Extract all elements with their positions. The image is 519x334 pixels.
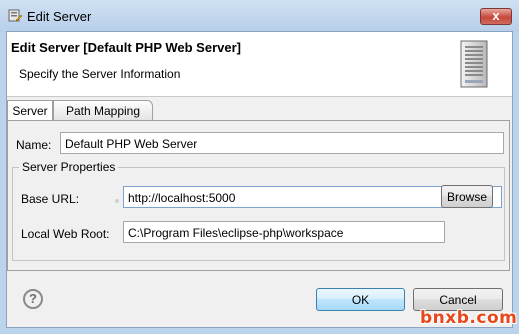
name-field[interactable]: Default PHP Web Server <box>60 132 504 154</box>
dialog-body: Edit Server [Default PHP Web Server] Spe… <box>6 31 513 328</box>
field-decoration-icon <box>115 199 119 203</box>
browse-button[interactable]: Browse <box>441 185 493 208</box>
base-url-label: Base URL: <box>21 192 80 206</box>
ok-button[interactable]: OK <box>316 288 405 311</box>
web-root-field[interactable]: C:\Program Files\eclipse-php\workspace <box>123 221 445 243</box>
tab-path-mapping[interactable]: Path Mapping <box>53 100 153 120</box>
dialog-header: Edit Server [Default PHP Web Server] Spe… <box>7 32 512 97</box>
server-icon <box>460 40 488 88</box>
server-edit-icon <box>8 9 22 22</box>
watermark-text: bnxb.com <box>420 308 518 328</box>
window-title: Edit Server <box>27 9 92 24</box>
title-bar[interactable]: Edit Server x <box>0 0 519 32</box>
close-button[interactable]: x <box>480 8 512 25</box>
header-subtitle: Specify the Server Information <box>19 67 181 81</box>
tab-server[interactable]: Server <box>7 100 53 121</box>
server-properties-group: Server Properties Base URL: http://local… <box>12 160 505 261</box>
web-root-label: Local Web Root: <box>21 227 110 241</box>
name-label: Name: <box>16 138 52 152</box>
help-icon[interactable]: ? <box>23 289 43 309</box>
header-title: Edit Server [Default PHP Web Server] <box>11 40 241 55</box>
close-icon: x <box>492 8 500 23</box>
dialog-window: Edit Server x Edit Server [Default PHP W… <box>0 0 519 334</box>
server-tab-panel: Name: Default PHP Web Server Server Prop… <box>7 120 510 271</box>
tab-bar: Server Path Mapping <box>7 100 512 121</box>
group-label: Server Properties <box>19 160 119 174</box>
